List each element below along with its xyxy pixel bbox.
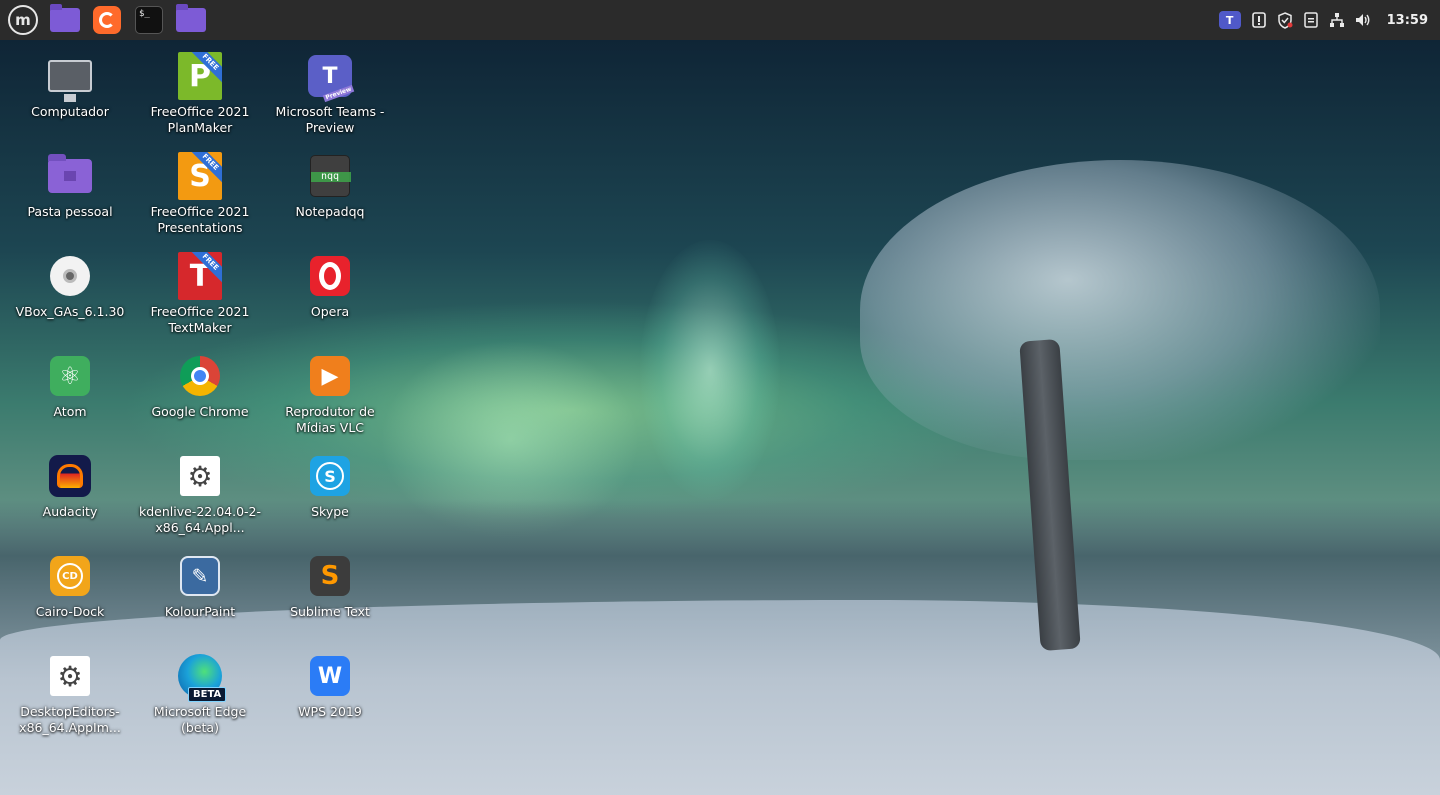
- folder-icon: [50, 4, 80, 32]
- desktop-icon-presentations[interactable]: S FREE FreeOffice 2021 Presentations: [135, 150, 265, 246]
- system-tray: T 13:59: [1218, 11, 1432, 29]
- desktop-icon-label: Notepadqq: [295, 204, 365, 219]
- desktop-icon-textmaker[interactable]: T FREE FreeOffice 2021 TextMaker: [135, 250, 265, 346]
- desktop-icon-computador[interactable]: Computador: [5, 50, 135, 146]
- firefox-launcher[interactable]: [92, 5, 122, 35]
- desktop-icon-skype[interactable]: S Skype: [265, 450, 395, 546]
- desktop-icon-label: Microsoft Teams - Preview: [275, 104, 385, 135]
- snowy-tree-crown: [860, 160, 1380, 460]
- aurora-glow: [640, 240, 780, 500]
- desktop-icon-cairo-dock[interactable]: CD Cairo-Dock: [5, 550, 135, 646]
- desktop-icon-label: DesktopEditors-x86_64.AppIm...: [19, 704, 121, 735]
- desktop-icon-audacity[interactable]: Audacity: [5, 450, 135, 546]
- notepadqq-icon: nqq: [310, 155, 351, 197]
- chrome-icon: [180, 356, 220, 396]
- desktop-icon-edge-beta[interactable]: BETA Microsoft Edge (beta): [135, 650, 265, 746]
- desktop-icon-sublime-text[interactable]: S Sublime Text: [265, 550, 395, 646]
- desktop-icon-label: Reprodutor de Mídias VLC: [285, 404, 375, 435]
- atom-icon: ⚛: [50, 356, 90, 396]
- desktop-icon-kdenlive[interactable]: ⚙ kdenlive-22.04.0-2-x86_64.Appl...: [135, 450, 265, 546]
- desktop-icon-label: VBox_GAs_6.1.30: [15, 304, 125, 319]
- cairo-dock-icon: CD: [50, 556, 90, 596]
- terminal-icon: $_: [135, 6, 163, 34]
- desktop-icon-label: Audacity: [42, 504, 98, 519]
- audacity-icon: [49, 455, 91, 497]
- desktop-icon-label: Microsoft Edge (beta): [153, 704, 247, 735]
- clipboard-icon[interactable]: [1303, 11, 1319, 29]
- gear-icon: ⚙: [50, 656, 90, 696]
- home-folder-icon: [48, 154, 92, 193]
- sublime-icon: S: [310, 556, 350, 596]
- desktop-icons: Computador Pasta pessoal VBox_GAs_6.1.30…: [0, 50, 400, 795]
- volume-icon[interactable]: [1355, 11, 1371, 29]
- vlc-icon: ▶: [310, 356, 350, 396]
- desktop-icon-planmaker[interactable]: P FREE FreeOffice 2021 PlanMaker: [135, 50, 265, 146]
- network-icon[interactable]: [1329, 11, 1345, 29]
- file-manager-launcher[interactable]: [50, 4, 80, 35]
- desktop-icon-pasta-pessoal[interactable]: Pasta pessoal: [5, 150, 135, 246]
- firefox-icon: [93, 6, 121, 34]
- desktop-icon-kolourpaint[interactable]: ✎ KolourPaint: [135, 550, 265, 646]
- textmaker-icon: T FREE: [178, 252, 222, 300]
- top-panel: m $_ T 13:59: [0, 0, 1440, 40]
- computer-icon: [48, 60, 92, 102]
- presentations-icon: S FREE: [178, 152, 222, 200]
- shield-update-icon[interactable]: [1277, 11, 1293, 29]
- desktop-icon-desktopeditors[interactable]: ⚙ DesktopEditors-x86_64.AppIm...: [5, 650, 135, 746]
- terminal-launcher[interactable]: $_: [134, 5, 164, 35]
- desktop-icon-google-chrome[interactable]: Google Chrome: [135, 350, 265, 446]
- desktop-icon-label: Cairo-Dock: [35, 604, 105, 619]
- desktop-icon-notepadqq[interactable]: nqq Notepadqq: [265, 150, 395, 246]
- opera-icon: [310, 256, 350, 296]
- desktop-icon-label: FreeOffice 2021 Presentations: [150, 204, 250, 235]
- notification-icon[interactable]: [1251, 11, 1267, 29]
- desktop-icon-atom[interactable]: ⚛ Atom: [5, 350, 135, 446]
- desktop-icon-label: Pasta pessoal: [27, 204, 113, 219]
- folder-icon: [176, 4, 206, 32]
- desktop-icon-label: Opera: [310, 304, 350, 319]
- desktop-icon-label: Computador: [31, 104, 109, 119]
- mint-menu-icon[interactable]: m: [8, 5, 38, 35]
- desktop-icon-teams[interactable]: T Preview Microsoft Teams - Preview: [265, 50, 395, 146]
- panel-clock[interactable]: 13:59: [1387, 13, 1428, 28]
- teams-icon: T Preview: [308, 55, 355, 103]
- desktop-icon-label: KolourPaint: [164, 604, 236, 619]
- desktop-icon-label: Skype: [311, 504, 349, 519]
- planmaker-icon: P FREE: [178, 52, 222, 100]
- desktop-icon-opera[interactable]: Opera: [265, 250, 395, 346]
- desktop-icon-label: WPS 2019: [298, 704, 362, 719]
- desktop-icon-vbox[interactable]: VBox_GAs_6.1.30: [5, 250, 135, 346]
- folder-launcher[interactable]: [176, 4, 206, 35]
- desktop-icon-wps[interactable]: W WPS 2019: [265, 650, 395, 746]
- skype-icon: S: [310, 456, 350, 496]
- desktop-icon-label: kdenlive-22.04.0-2-x86_64.Appl...: [138, 504, 261, 535]
- desktop-icon-label: FreeOffice 2021 TextMaker: [150, 304, 250, 335]
- desktop-icon-label: Sublime Text: [290, 604, 370, 619]
- panel-launchers: m $_: [8, 4, 206, 35]
- teams-tray-icon[interactable]: T: [1218, 11, 1241, 29]
- wps-icon: W: [310, 656, 350, 696]
- desktop-icon-label: Google Chrome: [151, 404, 249, 419]
- edge-icon: BETA: [178, 654, 227, 702]
- desktop-icon-label: Atom: [53, 404, 87, 419]
- desktop-icon-label: FreeOffice 2021 PlanMaker: [150, 104, 250, 135]
- kolourpaint-icon: ✎: [180, 556, 220, 596]
- desktop-icon-vlc[interactable]: ▶ Reprodutor de Mídias VLC: [265, 350, 395, 446]
- disc-icon: [50, 256, 90, 296]
- gear-icon: ⚙: [180, 456, 220, 496]
